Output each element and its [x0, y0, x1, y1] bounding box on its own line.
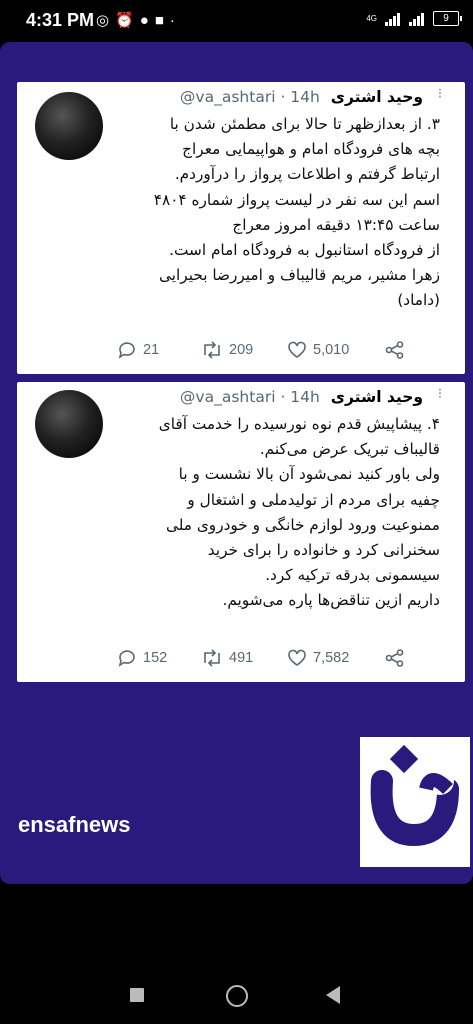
tweet-time: · 14h [280, 388, 320, 406]
like-button[interactable]: 7,582 [287, 649, 385, 667]
like-button[interactable]: 5,010 [287, 341, 385, 359]
retweet-button[interactable]: 209 [201, 341, 287, 359]
location-icon: ● [139, 12, 155, 29]
share-icon [385, 341, 404, 359]
tweet-line: قالیباف تبریک عرض می‌کنم. [259, 440, 440, 459]
like-count: 7,582 [313, 650, 350, 666]
app-icon: ■ [154, 12, 170, 29]
retweet-count: 491 [229, 650, 254, 666]
tweet-text: ۳. از بعدازظهر تا حالا برای مطمئن شدن با… [35, 112, 440, 314]
notification-icons: ◎⏰●■· [96, 11, 181, 29]
tweet-line: ارتباط گرفتم و اطلاعات پرواز را درآوردم. [174, 165, 440, 184]
tweet-line: چفیه برای مردم از تولیدملی و اشتغال و [187, 490, 440, 509]
retweet-count: 209 [229, 342, 254, 358]
tweet-line: ساعت ۱۳:۴۵ دقیقه امروز معراج [232, 215, 440, 234]
status-time: 4:31 PM [26, 10, 95, 30]
share-icon [385, 649, 404, 667]
retweet-icon [204, 341, 220, 359]
tweet-handle[interactable]: @va_ashtari [180, 88, 276, 106]
logo-glyph [370, 744, 459, 847]
tweet-card[interactable]: ⁝ @va_ashtari · 14h وحید اشتری ۴. پیشاپی… [17, 382, 465, 682]
tweet-actions: 21 209 5,010 [117, 340, 405, 360]
alarm-icon: ⏰ [115, 12, 140, 29]
whatsapp-icon: ◎ [96, 12, 116, 29]
tweet-line: بچه های فرودگاه امام و هواپیمایی معراج [182, 140, 440, 159]
heart-icon [288, 341, 306, 358]
system-icons: 4G 9 [366, 11, 462, 26]
signal-icon [385, 12, 401, 26]
like-count: 5,010 [313, 342, 350, 358]
back-button[interactable] [326, 986, 340, 1004]
tweet-handle[interactable]: @va_ashtari [180, 388, 276, 406]
tweet-line: ولی باور کنید نمی‌شود آن بالا نشست و با [178, 465, 440, 484]
tweet-card[interactable]: ⁝ @va_ashtari · 14h وحید اشتری ۳. از بعد… [17, 82, 465, 374]
battery-icon: 9 [433, 11, 462, 26]
tweet-line: اسم این سه نفر در لیست پرواز شماره ۴۸۰۴ [153, 190, 440, 209]
tweet-line: داریم ازین تناقض‌ها پاره می‌شویم. [222, 591, 440, 610]
tweet-actions: 152 491 7,582 [117, 648, 405, 668]
home-button[interactable] [226, 985, 248, 1007]
tweet-author[interactable]: وحید اشتری [331, 388, 423, 406]
network-label: 4G [366, 14, 377, 23]
dot-icon: · [169, 12, 181, 29]
tweet-header: @va_ashtari · 14h وحید اشتری [180, 388, 423, 406]
share-button[interactable] [385, 341, 405, 359]
heart-icon [288, 649, 306, 666]
tweet-line: ۳. از بعدازظهر تا حالا برای مطمئن شدن با [169, 115, 440, 133]
brand-logo [360, 737, 470, 867]
more-options-icon[interactable]: ⁝ [425, 386, 455, 402]
reply-count: 152 [143, 650, 168, 666]
reply-button[interactable]: 152 [117, 649, 201, 667]
tweet-line: سخنرانی کرد و خانواده را برای خرید [207, 541, 440, 560]
signal-icon-2 [409, 12, 425, 26]
recent-apps-button[interactable] [130, 988, 144, 1002]
retweet-icon [204, 649, 220, 667]
tweet-time: · 14h [280, 88, 320, 106]
brand-name: ensafnews [18, 812, 131, 837]
tweet-line: ۴. پیشاپیش قدم نوه نورسیده را خدمت آقای [158, 415, 440, 433]
tweet-line: سیسمونی بدرقه ترکیه کرد. [265, 566, 440, 585]
tweet-line: ممنوعیت ورود لوازم خانگی و خودروی ملی [165, 515, 440, 534]
status-bar: 4:31 PM ◎⏰●■· 4G 9 [0, 0, 473, 42]
reply-count: 21 [143, 342, 160, 358]
tweet-line: از فرودگاه استانبول به فرودگاه امام است. [169, 241, 440, 260]
more-options-icon[interactable]: ⁝ [425, 86, 455, 102]
tweet-author[interactable]: وحید اشتری [331, 88, 423, 106]
tweet-text: ۴. پیشاپیش قدم نوه نورسیده را خدمت آقای … [35, 412, 440, 614]
navigation-bar [0, 960, 473, 1024]
tweet-line: (داماد) [397, 291, 440, 310]
reply-icon [118, 342, 135, 359]
retweet-button[interactable]: 491 [201, 649, 287, 667]
tweet-line: زهرا مشیر، مریم قالیباف و امیررضا بحیرای… [159, 266, 440, 285]
reply-button[interactable]: 21 [117, 341, 201, 359]
tweet-header: @va_ashtari · 14h وحید اشتری [180, 88, 423, 106]
share-button[interactable] [385, 649, 405, 667]
reply-icon [118, 650, 135, 667]
